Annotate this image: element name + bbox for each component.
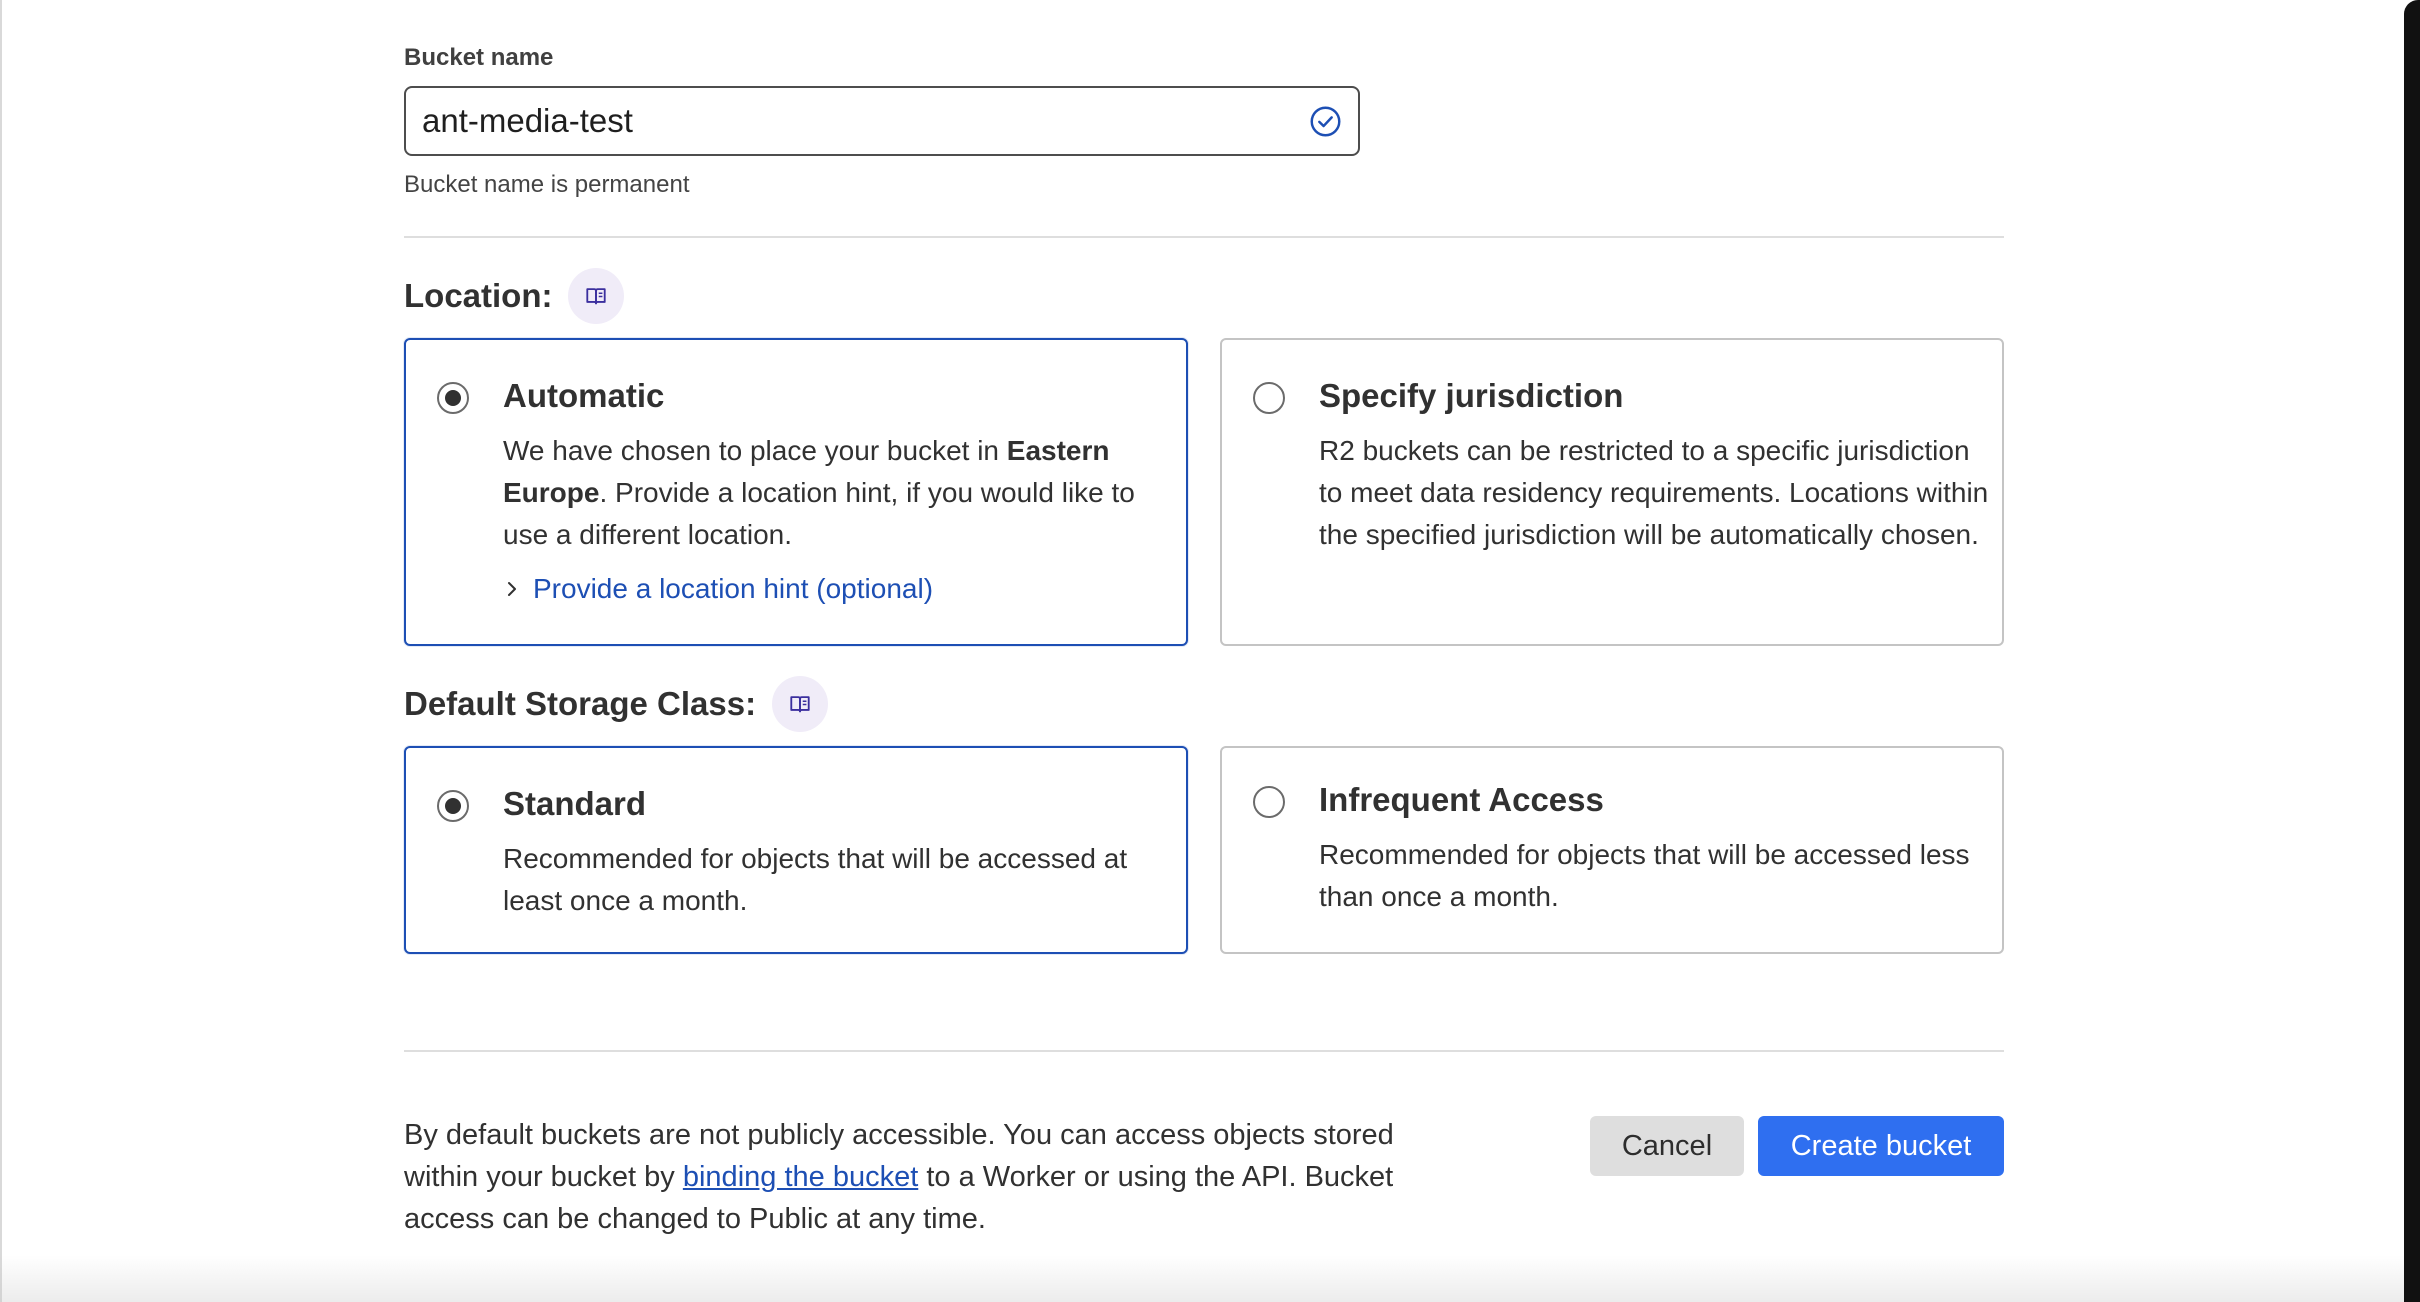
create-bucket-form: Bucket name ant-media-test Bucket name i…: [404, 0, 2004, 1302]
bucket-name-label: Bucket name: [404, 44, 554, 71]
option-title: Standard: [503, 785, 647, 822]
radio-infrequent-access[interactable]: [1253, 786, 1285, 818]
divider: [404, 1050, 2004, 1052]
location-hint-link[interactable]: Provide a location hint (optional): [533, 573, 933, 605]
storage-option-infrequent-access[interactable]: Infrequent Access Recommended for object…: [1220, 746, 2004, 954]
public-access-notice: By default buckets are not publicly acce…: [404, 1119, 1394, 1235]
option-title: Infrequent Access: [1319, 781, 1604, 818]
storage-option-standard[interactable]: Standard Recommended for objects that wi…: [404, 746, 1188, 954]
bucket-name-input[interactable]: ant-media-test: [404, 86, 1360, 156]
create-bucket-button[interactable]: Create bucket: [1758, 1116, 2004, 1176]
binding-the-bucket-link[interactable]: binding the bucket: [683, 1161, 918, 1193]
check-circle-icon: [1310, 106, 1341, 137]
book-icon: [790, 696, 810, 713]
bucket-name-value[interactable]: ant-media-test: [422, 102, 1358, 140]
location-heading: Location:: [404, 268, 625, 324]
chevron-right-icon: [508, 582, 516, 596]
storage-class-docs-button[interactable]: [772, 676, 829, 732]
book-icon: [586, 288, 607, 305]
location-option-jurisdiction[interactable]: Specify jurisdiction R2 buckets can be r…: [1220, 338, 2004, 646]
location-docs-button[interactable]: [568, 268, 625, 324]
window-right-edge: [2404, 0, 2420, 1302]
radio-automatic[interactable]: [437, 382, 469, 414]
option-description: Recommended for objects that will be acc…: [503, 843, 1128, 916]
option-title: Specify jurisdiction: [1319, 377, 1624, 414]
option-description: R2 buckets can be restricted to a specif…: [1319, 435, 1989, 550]
bottom-fade: [0, 1255, 2404, 1302]
window-left-edge: [0, 0, 2, 1302]
location-hint-toggle[interactable]: Provide a location hint (optional): [503, 573, 933, 605]
option-description: Recommended for objects that will be acc…: [1319, 839, 1970, 912]
divider: [404, 236, 2004, 238]
location-option-automatic[interactable]: Automatic We have chosen to place your b…: [404, 338, 1188, 646]
location-title: Location:: [404, 277, 553, 314]
cancel-button[interactable]: Cancel: [1590, 1116, 1744, 1176]
option-title: Automatic: [503, 377, 665, 414]
storage-class-title: Default Storage Class:: [404, 685, 757, 722]
option-description: We have chosen to place your bucket in E…: [503, 435, 1135, 550]
bucket-name-helper: Bucket name is permanent: [404, 171, 690, 198]
radio-jurisdiction[interactable]: [1253, 382, 1285, 414]
storage-class-heading: Default Storage Class:: [404, 676, 829, 732]
radio-standard[interactable]: [437, 790, 469, 822]
